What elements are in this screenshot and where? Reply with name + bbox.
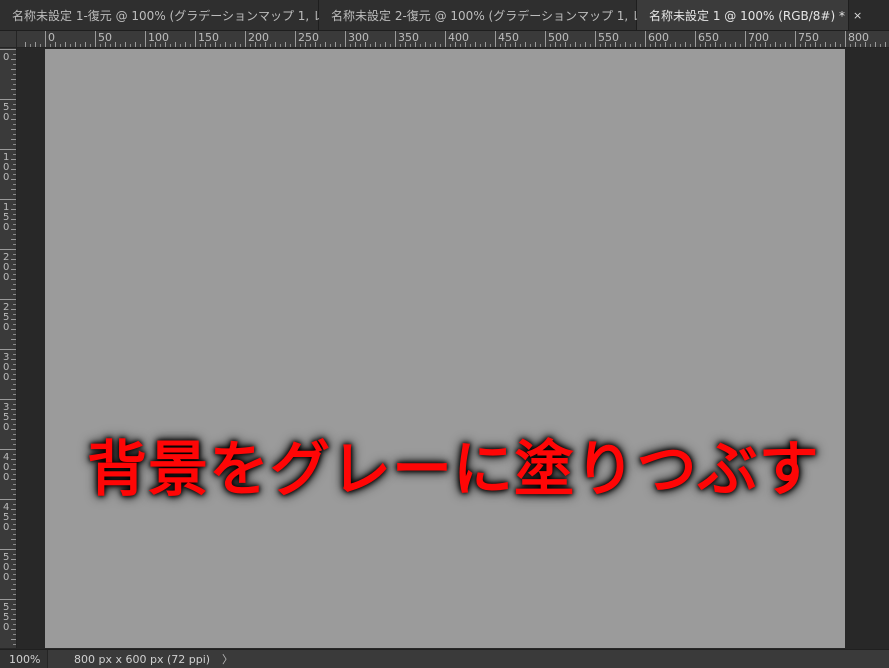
ruler-label: 700 xyxy=(748,31,769,44)
ruler-label: 50 xyxy=(98,31,112,44)
tab-title: 名称未設定 1-復元 @ 100% (グラデーションマップ 1, レイ... xyxy=(12,8,349,23)
ruler-label: 150 xyxy=(198,31,219,44)
ruler-label: 200 xyxy=(3,252,9,283)
ruler-label: 400 xyxy=(448,31,469,44)
document-info: 800 px x 600 px (72 ppi) xyxy=(74,652,211,666)
ruler-label: 500 xyxy=(3,552,9,583)
ruler-label: 300 xyxy=(348,31,369,44)
document-tab-3-active[interactable]: 名称未設定 1 @ 100% (RGB/8#) * × xyxy=(637,0,862,30)
ruler-label: 100 xyxy=(148,31,169,44)
vertical-ruler[interactable]: 0 50 100 150 200 250 300 350 400 450 500 550 xyxy=(0,48,17,648)
ruler-label: 450 xyxy=(498,31,519,44)
tab-title: 名称未設定 2-復元 @ 100% (グラデーションマップ 1, レイ... xyxy=(331,8,668,23)
close-icon[interactable]: × xyxy=(853,9,862,22)
ruler-label: 250 xyxy=(298,31,319,44)
ruler-label: 150 xyxy=(3,202,9,233)
ruler-label: 100 xyxy=(3,152,9,183)
ruler-label: 400 xyxy=(3,452,9,483)
document-tab-bar: 名称未設定 1-復元 @ 100% (グラデーションマップ 1, レイ... ×… xyxy=(0,0,889,31)
ruler-label: 50 xyxy=(3,102,9,123)
tab-title: 名称未設定 1 @ 100% (RGB/8#) * xyxy=(649,8,845,23)
ruler-label: 550 xyxy=(598,31,619,44)
ruler-label: 800 xyxy=(848,31,869,44)
ruler-label: 600 xyxy=(648,31,669,44)
document-canvas[interactable]: 背景をグレーに塗りつぶす xyxy=(45,49,845,648)
status-bar: 100% 800 px x 600 px (72 ppi) 〉 xyxy=(0,649,889,668)
document-tab-2[interactable]: 名称未設定 2-復元 @ 100% (グラデーションマップ 1, レイ... × xyxy=(319,0,685,30)
ruler-label: 350 xyxy=(3,402,9,433)
ruler-label: 0 xyxy=(3,52,9,63)
ruler-label: 350 xyxy=(398,31,419,44)
photoshop-window: 名称未設定 1-復元 @ 100% (グラデーションマップ 1, レイ... ×… xyxy=(0,0,889,668)
zoom-level-field[interactable]: 100% xyxy=(0,650,48,668)
horizontal-ruler-scale: 0 50 100 150 200 250 300 350 400 450 500 550 600 650 7… xyxy=(25,31,886,47)
document-workspace[interactable]: 背景をグレーに塗りつぶす xyxy=(17,48,889,648)
ruler-origin-corner[interactable] xyxy=(0,31,17,48)
vertical-ruler-scale: 0 5 0 1 0 0 1 5 0 2 0 0 2 5 0 3 0 0 3 5 0 4 0 0 4 5 0 5 0 0 5 5 0 xyxy=(0,49,16,645)
annotation-text: 背景をグレーに塗りつぶす xyxy=(87,435,820,505)
document-tab-1[interactable]: 名称未設定 1-復元 @ 100% (グラデーションマップ 1, レイ... × xyxy=(0,0,366,30)
ruler-label: 300 xyxy=(3,352,9,383)
ruler-label: 0 xyxy=(48,31,55,44)
status-menu-arrow-icon[interactable]: 〉 xyxy=(222,651,233,667)
horizontal-ruler[interactable]: 0 50 100 150 200 250 300 350 400 450 500 550 600 650 7… xyxy=(17,31,889,48)
ruler-label: 550 xyxy=(3,602,9,633)
ruler-label: 450 xyxy=(3,502,9,533)
ruler-label: 250 xyxy=(3,302,9,333)
ruler-label: 500 xyxy=(548,31,569,44)
ruler-label: 750 xyxy=(798,31,819,44)
ruler-label: 200 xyxy=(248,31,269,44)
ruler-label: 650 xyxy=(698,31,719,44)
